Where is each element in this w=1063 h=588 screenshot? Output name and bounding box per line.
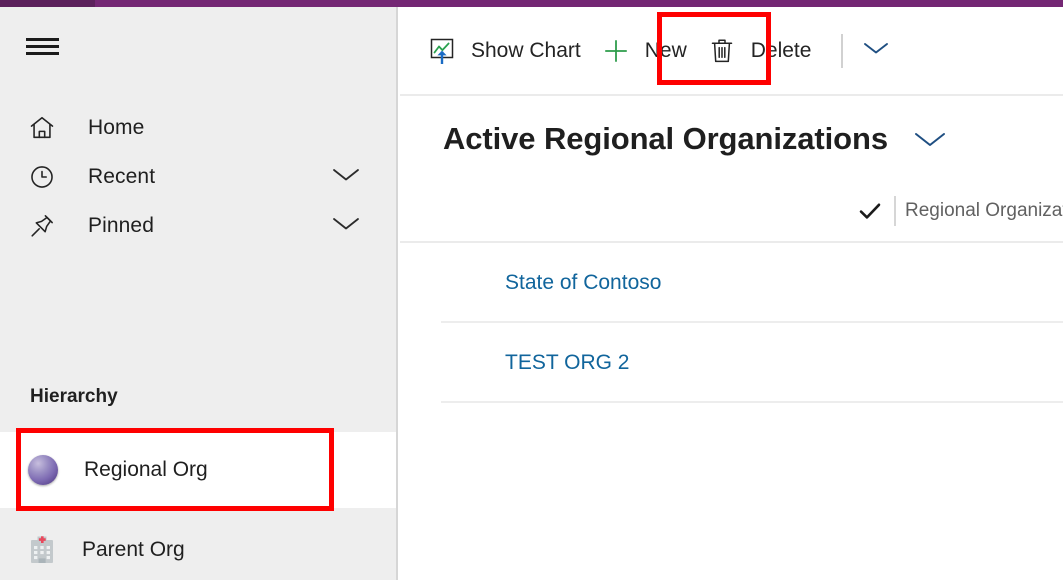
command-separator [841,33,844,68]
view-selector[interactable]: Active Regional Organizations [400,96,1063,181]
app-root: Home Recent Pinned Hierarchy Regional Or… [0,0,1063,580]
checkmark-icon[interactable] [858,201,882,221]
purple-sphere-icon [28,455,58,485]
new-button[interactable]: New [597,26,703,76]
sidebar-item-label: Pinned [88,213,154,237]
chart-up-icon [427,36,457,66]
command-label: Delete [750,38,812,62]
command-overflow-button[interactable] [853,28,899,74]
hamburger-line [26,45,59,48]
grid-header-row: Regional Organization Name [400,181,1063,243]
side-navigation: Home Recent Pinned Hierarchy Regional Or… [0,7,398,580]
nav-section-title: Hierarchy [30,386,118,407]
sidebar-item-label: Recent [88,164,156,188]
hamburger-line [26,38,59,41]
sidebar-item-label: Regional Org [84,458,208,481]
trash-icon [707,36,737,66]
pin-icon [28,212,62,240]
home-icon [28,114,62,142]
brand-bar [0,0,1063,7]
sidebar-item-recent[interactable]: Recent [0,152,396,201]
column-header-regional-organization-name[interactable]: Regional Organization Name [905,200,1063,222]
show-chart-button[interactable]: Show Chart [423,26,597,76]
column-separator [894,196,896,226]
nav-list: Home Recent Pinned [0,103,396,250]
sidebar-item-parent-org[interactable]: Parent Org [0,512,396,588]
row-link[interactable]: State of Contoso [505,271,661,295]
hamburger-menu-button[interactable] [26,36,59,58]
sidebar-item-home[interactable]: Home [0,103,396,152]
table-row[interactable]: TEST ORG 2 [400,323,1063,403]
clock-icon [28,163,62,191]
chevron-down-icon[interactable] [331,165,361,188]
delete-button[interactable]: Delete [703,26,828,76]
sidebar-item-label: Home [88,115,145,139]
sidebar-item-label: Parent Org [82,538,185,561]
row-link[interactable]: TEST ORG 2 [505,351,629,375]
hamburger-line [26,52,59,55]
command-label: Show Chart [471,38,581,62]
chevron-down-icon[interactable] [331,214,361,237]
table-row[interactable]: State of Contoso [400,243,1063,323]
chevron-down-icon [861,39,891,62]
plus-icon [601,35,631,67]
main-content: Show Chart New Delete Active Regional Or… [400,7,1063,580]
page-title: Active Regional Organizations [443,120,888,156]
command-bar: Show Chart New Delete [400,7,1063,96]
sidebar-item-regional-org[interactable]: Regional Org [0,432,396,508]
sidebar-item-pinned[interactable]: Pinned [0,201,396,250]
chevron-down-icon[interactable] [912,128,948,150]
hospital-building-icon [28,535,56,565]
command-label: New [644,38,687,62]
brand-bar-accent [0,0,95,7]
